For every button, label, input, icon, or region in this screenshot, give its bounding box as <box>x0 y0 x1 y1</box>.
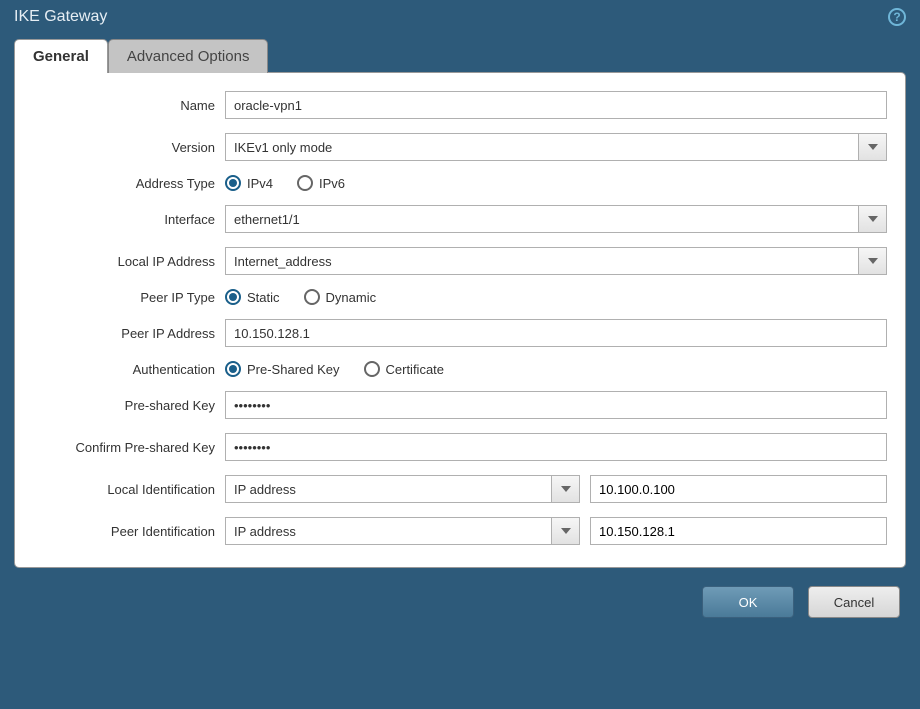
general-panel: Name Version IKEv1 only mode Address Typ… <box>14 72 906 568</box>
dialog-title: IKE Gateway <box>14 8 107 26</box>
auth-radio-group: Pre-Shared Key Certificate <box>225 361 444 377</box>
name-input[interactable] <box>225 91 887 119</box>
radio-ipv6-label: IPv6 <box>319 176 345 191</box>
psk-label: Pre-shared Key <box>25 398 225 413</box>
version-value: IKEv1 only mode <box>226 134 858 160</box>
radio-dynamic[interactable]: Dynamic <box>304 289 377 305</box>
radio-ipv6[interactable]: IPv6 <box>297 175 345 191</box>
name-label: Name <box>25 98 225 113</box>
version-select[interactable]: IKEv1 only mode <box>225 133 887 161</box>
tabbar: General Advanced Options <box>0 38 920 72</box>
radio-cert-label: Certificate <box>386 362 445 377</box>
psk-input[interactable] <box>225 391 887 419</box>
interface-select[interactable]: ethernet1/1 <box>225 205 887 233</box>
dialog-footer: OK Cancel <box>0 568 920 618</box>
chevron-down-icon[interactable] <box>551 476 579 502</box>
radio-certificate[interactable]: Certificate <box>364 361 445 377</box>
local-ip-value: Internet_address <box>226 248 858 274</box>
interface-value: ethernet1/1 <box>226 206 858 232</box>
tab-general-label: General <box>33 48 89 65</box>
version-label: Version <box>25 140 225 155</box>
local-id-value-input[interactable] <box>590 475 887 503</box>
radio-static[interactable]: Static <box>225 289 280 305</box>
local-id-type-select[interactable]: IP address <box>225 475 580 503</box>
cancel-button-label: Cancel <box>834 595 874 610</box>
radio-ipv4-label: IPv4 <box>247 176 273 191</box>
local-ip-label: Local IP Address <box>25 254 225 269</box>
tab-advanced-label: Advanced Options <box>127 48 250 65</box>
peer-id-type-select[interactable]: IP address <box>225 517 580 545</box>
ike-gateway-dialog: IKE Gateway ? General Advanced Options N… <box>0 0 920 709</box>
radio-icon <box>225 361 241 377</box>
chevron-down-icon[interactable] <box>858 134 886 160</box>
peer-id-value-input[interactable] <box>590 517 887 545</box>
ok-button[interactable]: OK <box>702 586 794 618</box>
auth-label: Authentication <box>25 362 225 377</box>
radio-static-label: Static <box>247 290 280 305</box>
chevron-down-icon[interactable] <box>858 206 886 232</box>
help-icon[interactable]: ? <box>888 8 906 26</box>
titlebar: IKE Gateway ? <box>0 0 920 32</box>
chevron-down-icon[interactable] <box>858 248 886 274</box>
radio-dynamic-label: Dynamic <box>326 290 377 305</box>
local-id-type-value: IP address <box>226 476 551 502</box>
radio-icon <box>304 289 320 305</box>
peer-id-label: Peer Identification <box>25 524 225 539</box>
radio-ipv4[interactable]: IPv4 <box>225 175 273 191</box>
chevron-down-icon[interactable] <box>551 518 579 544</box>
radio-psk-label: Pre-Shared Key <box>247 362 340 377</box>
local-id-label: Local Identification <box>25 482 225 497</box>
interface-label: Interface <box>25 212 225 227</box>
peer-ip-type-radio-group: Static Dynamic <box>225 289 376 305</box>
address-type-label: Address Type <box>25 176 225 191</box>
radio-icon <box>225 175 241 191</box>
peer-ip-addr-label: Peer IP Address <box>25 326 225 341</box>
radio-psk[interactable]: Pre-Shared Key <box>225 361 340 377</box>
radio-icon <box>297 175 313 191</box>
radio-icon <box>364 361 380 377</box>
radio-icon <box>225 289 241 305</box>
tab-general[interactable]: General <box>14 39 108 73</box>
confirm-psk-input[interactable] <box>225 433 887 461</box>
peer-ip-addr-input[interactable] <box>225 319 887 347</box>
confirm-psk-label: Confirm Pre-shared Key <box>25 440 225 455</box>
peer-ip-type-label: Peer IP Type <box>25 290 225 305</box>
local-ip-select[interactable]: Internet_address <box>225 247 887 275</box>
cancel-button[interactable]: Cancel <box>808 586 900 618</box>
address-type-radio-group: IPv4 IPv6 <box>225 175 345 191</box>
peer-id-type-value: IP address <box>226 518 551 544</box>
tab-advanced-options[interactable]: Advanced Options <box>108 39 269 73</box>
ok-button-label: OK <box>739 595 758 610</box>
